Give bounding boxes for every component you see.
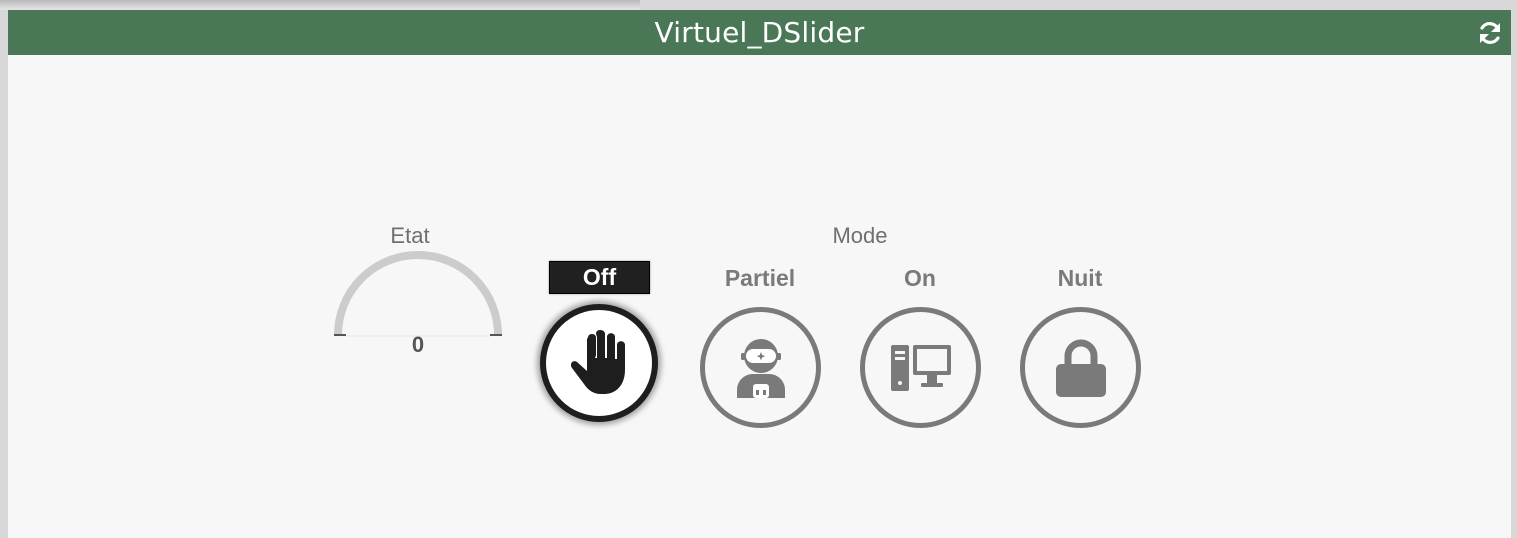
mode-option-nuit-label: Nuit bbox=[1057, 265, 1103, 291]
top-shadow bbox=[0, 0, 640, 10]
mode-option-partiel-label: Partiel bbox=[724, 265, 796, 291]
mode-on-button[interactable] bbox=[860, 307, 981, 428]
widget-header: Virtuel_DSlider bbox=[8, 10, 1511, 55]
astronaut-icon bbox=[736, 338, 785, 398]
mode-off-button[interactable] bbox=[540, 304, 658, 422]
etat-label: Etat bbox=[390, 223, 430, 248]
refresh-icon[interactable] bbox=[1477, 20, 1503, 46]
widget-title: Virtuel_DSlider bbox=[654, 16, 865, 49]
mode-partiel-button[interactable] bbox=[700, 307, 821, 428]
widget-panel: Virtuel_DSlider Etat 0 Mode Off Partiel … bbox=[8, 10, 1511, 538]
mode-option-off-label: Off bbox=[549, 261, 650, 294]
mode-option-on-label: On bbox=[904, 265, 936, 291]
mode-label: Mode bbox=[832, 223, 888, 248]
desktop-computer-icon bbox=[890, 344, 951, 391]
lock-icon bbox=[1055, 339, 1106, 397]
etat-value: 0 bbox=[411, 332, 425, 357]
mode-nuit-button[interactable] bbox=[1020, 307, 1141, 428]
hand-stop-icon bbox=[570, 330, 625, 394]
